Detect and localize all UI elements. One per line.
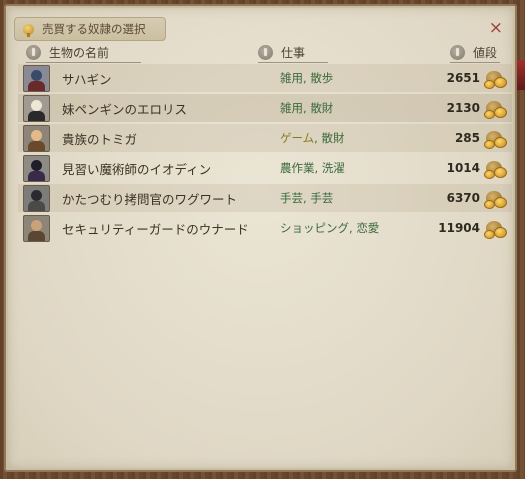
slave-trade-dialog: 売買する奴隷の選択 × 生物の名前 仕事 値段 サハギン 雑用, 散歩 2651… <box>4 4 517 472</box>
slave-row[interactable]: 妹ペンギンのエロリス 雑用, 散財 2130 <box>18 94 512 122</box>
slave-row[interactable]: かたつむり拷問官のワグワート 手芸, 手芸 6370 <box>18 184 512 212</box>
column-header-job-label: 仕事 <box>281 46 306 60</box>
header-underline-name <box>26 62 141 63</box>
sort-icon <box>450 45 465 60</box>
gold-coin-bag-icon <box>484 128 507 149</box>
column-header-price-label: 値段 <box>473 46 498 60</box>
sort-icon <box>258 45 273 60</box>
column-header-name-label: 生物の名前 <box>49 46 110 60</box>
slave-row[interactable]: 見習い魔術師のイオディン 農作業, 洗濯 1014 <box>18 154 512 182</box>
slave-price: 1014 <box>446 161 480 175</box>
slave-price: 6370 <box>446 191 480 205</box>
slave-name: 貴族のトミガ <box>62 131 138 147</box>
slave-name: かたつむり拷問官のワグワート <box>62 191 238 207</box>
avatar <box>23 124 50 152</box>
header-underline-job <box>258 62 328 63</box>
slave-row[interactable]: 貴族のトミガ ゲーム, 散財 285 <box>18 124 512 152</box>
column-header-name[interactable]: 生物の名前 <box>26 44 109 61</box>
gold-coin-bag-icon <box>484 158 507 179</box>
dialog-titlebar: 売買する奴隷の選択 <box>14 17 166 41</box>
slave-job: ゲーム, 散財 <box>280 131 345 145</box>
gold-coin-bag-icon <box>484 188 507 209</box>
sort-icon <box>26 45 41 60</box>
slave-job: ショッピング, 恋愛 <box>280 221 380 235</box>
avatar <box>23 184 50 212</box>
slave-price: 2130 <box>446 101 480 115</box>
gold-coin-bag-icon <box>484 98 507 119</box>
lightbulb-icon <box>23 23 34 37</box>
slave-job: 雑用, 散歩 <box>280 71 334 85</box>
close-button[interactable]: × <box>489 20 503 37</box>
column-header-job[interactable]: 仕事 <box>258 44 305 61</box>
slave-name: 妹ペンギンのエロリス <box>62 101 188 117</box>
slave-name: セキュリティーガードのウナード <box>62 221 249 237</box>
slave-price: 285 <box>454 131 480 145</box>
dialog-title: 売買する奴隷の選択 <box>42 22 146 36</box>
avatar <box>23 94 50 122</box>
header-underline-price <box>450 62 500 63</box>
column-header-price[interactable]: 値段 <box>450 44 497 61</box>
slave-row[interactable]: セキュリティーガードのウナード ショッピング, 恋愛 11904 <box>18 214 512 242</box>
slave-job: 農作業, 洗濯 <box>280 161 345 175</box>
gold-coin-bag-icon <box>484 218 507 239</box>
slave-name: サハギン <box>62 71 112 87</box>
avatar <box>23 154 50 182</box>
slave-price: 2651 <box>446 71 480 85</box>
slave-price: 11904 <box>438 221 480 235</box>
slave-name: 見習い魔術師のイオディン <box>62 161 212 177</box>
slave-job: 手芸, 手芸 <box>280 191 334 205</box>
gold-coin-bag-icon <box>484 68 507 89</box>
avatar <box>23 64 50 92</box>
avatar <box>23 214 50 242</box>
slave-job: 雑用, 散財 <box>280 101 334 115</box>
slave-row[interactable]: サハギン 雑用, 散歩 2651 <box>18 64 512 92</box>
